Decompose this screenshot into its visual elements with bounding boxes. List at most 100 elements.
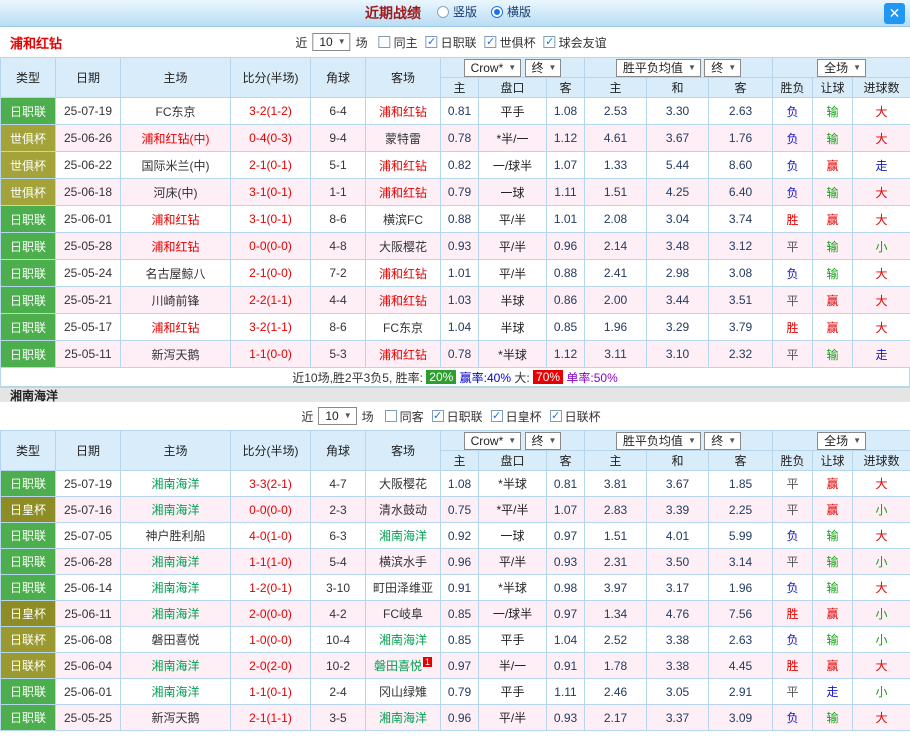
asia-handicap: *半球: [478, 470, 547, 497]
odds-company-dropdown[interactable]: Crow* ▼: [463, 431, 522, 450]
europe-away-odds: 2.25: [708, 496, 774, 523]
win-draw-loss-result: 负: [772, 522, 814, 549]
subcol-handicap: 盘口: [478, 77, 547, 98]
europe-average-dropdown[interactable]: 胜平负均值 ▼: [615, 58, 701, 77]
checkbox-box-icon[interactable]: ✓: [425, 36, 438, 48]
home-team: 浦和红钻(中): [120, 124, 231, 152]
corner-score: 2-3: [310, 496, 366, 523]
home-team: 湘南海洋: [120, 470, 231, 497]
checkbox-box-icon[interactable]: [384, 410, 397, 422]
asia-odds-header: Crow* ▼ 终 ▼: [439, 430, 586, 451]
league-badge: 世俱杯: [0, 124, 56, 152]
match-score: 3-1(0-1): [230, 178, 311, 206]
europe-away-odds: 2.32: [708, 340, 774, 368]
asia-handicap: *半/一: [478, 124, 547, 152]
asia-final-dropdown[interactable]: 终 ▼: [524, 58, 562, 77]
filter-checkbox[interactable]: ✓ 日职联: [425, 34, 477, 51]
over-under-result: 小: [852, 600, 910, 627]
match-date: 25-05-24: [55, 259, 121, 287]
urawa-section: 浦和红钻 近 10 ▼ 场 同主 ✓ 日职联 ✓ 世俱杯 ✓ 球会友谊 类型 日期 主场 比分…: [0, 27, 910, 387]
subcol-europe-home: 主: [584, 450, 648, 471]
league-badge: 世俱杯: [0, 178, 56, 206]
match-date: 25-07-16: [55, 496, 121, 523]
match-date: 25-05-28: [55, 232, 121, 260]
asia-handicap: 半球: [478, 286, 547, 314]
handicap-result: 赢: [812, 600, 854, 627]
europe-final-dropdown[interactable]: 终 ▼: [704, 58, 742, 77]
away-team: 横滨FC: [365, 205, 441, 233]
checkbox-box-icon[interactable]: ✓: [490, 410, 503, 422]
league-badge: 日职联: [0, 313, 56, 341]
europe-final-dropdown[interactable]: 终 ▼: [704, 431, 742, 450]
league-badge: 日职联: [0, 205, 56, 233]
asia-final-value: 终: [531, 60, 544, 75]
asia-final-dropdown[interactable]: 终 ▼: [524, 431, 562, 450]
win-draw-loss-result: 平: [772, 286, 814, 314]
corner-score: 7-2: [310, 259, 366, 287]
league-badge: 世俱杯: [0, 151, 56, 179]
europe-home-odds: 2.52: [584, 626, 648, 653]
home-team: 湘南海洋: [120, 678, 231, 705]
match-row: 世俱杯 25-06-18 河床(中) 3-1(0-1) 1-1 浦和红钻 0.79 一球 1.1…: [0, 178, 910, 206]
chevron-down-icon: ▼: [853, 435, 862, 445]
europe-final-value: 终: [711, 433, 724, 448]
fulltime-dropdown[interactable]: 全场 ▼: [817, 431, 867, 450]
subcol-asia-home: 主: [440, 77, 479, 98]
filter-checkbox[interactable]: 同主: [378, 34, 418, 51]
handicap-result: 输: [812, 340, 854, 368]
asia-away-odds: 0.93: [545, 704, 586, 731]
europe-average-dropdown[interactable]: 胜平负均值 ▼: [615, 431, 701, 450]
layout-radio-vertical[interactable]: 竖版: [436, 3, 477, 20]
away-team: 町田泽维亚: [365, 574, 441, 601]
radio-dot-icon[interactable]: [436, 5, 449, 18]
checkbox-box-icon[interactable]: ✓: [543, 36, 556, 48]
checkbox-box-icon[interactable]: ✓: [431, 410, 444, 422]
corner-score: 9-4: [310, 124, 366, 152]
filter-checkbox[interactable]: 同客: [384, 408, 424, 425]
summary-text: 大:: [511, 370, 534, 385]
filter-checkbox[interactable]: ✓ 世俱杯: [484, 34, 536, 51]
match-count-dropdown[interactable]: 10 ▼: [318, 407, 357, 425]
league-badge: 日联杯: [0, 626, 56, 653]
shonan-filter-row: 近 10 ▼ 场 同客 ✓ 日职联 ✓ 日皇杯 ✓ 日联杯: [0, 402, 910, 430]
filter-checkbox[interactable]: ✓ 日职联: [431, 408, 483, 425]
filter-checkbox[interactable]: ✓ 日联杯: [549, 408, 601, 425]
filter-checkbox[interactable]: ✓ 球会友谊: [543, 34, 607, 51]
checkbox-label: 同主: [393, 35, 418, 50]
radio-dot-icon[interactable]: [491, 5, 503, 18]
odds-company-dropdown[interactable]: Crow* ▼: [463, 58, 522, 77]
checkbox-box-icon[interactable]: ✓: [549, 410, 562, 422]
handicap-result: 输: [812, 522, 854, 549]
corner-score: 1-1: [310, 178, 366, 206]
match-row: 日职联 25-07-19 湘南海洋 3-3(2-1) 4-7 大阪樱花 1.08 *半球 0.8…: [0, 470, 910, 497]
match-date: 25-06-26: [55, 124, 121, 152]
close-button[interactable]: ✕: [884, 3, 905, 24]
subcol-asia-away: 客: [545, 450, 586, 471]
match-row: 世俱杯 25-06-22 国际米兰(中) 2-1(0-1) 5-1 浦和红钻 0.82 一/球…: [0, 151, 910, 179]
checkbox-box-icon[interactable]: ✓: [484, 36, 497, 48]
europe-home-odds: 2.53: [584, 97, 648, 125]
europe-away-odds: 7.56: [708, 600, 774, 627]
league-badge: 日职联: [0, 548, 56, 575]
filter-checkbox[interactable]: ✓ 日皇杯: [490, 408, 542, 425]
asia-away-odds: 1.01: [545, 205, 586, 233]
away-team: 湘南海洋: [365, 704, 441, 731]
europe-draw-odds: 3.04: [646, 205, 710, 233]
col-header-away: 客场: [365, 430, 441, 471]
home-team: 磐田喜悦: [120, 626, 231, 653]
europe-draw-odds: 3.38: [646, 652, 710, 679]
asia-home-odds: 0.96: [440, 704, 479, 731]
asia-home-odds: 0.79: [440, 678, 479, 705]
layout-radio-horizontal[interactable]: 横版: [491, 3, 531, 20]
match-score: 3-1(0-1): [230, 205, 311, 233]
subcol-goals: 进球数: [852, 77, 910, 98]
match-count-dropdown[interactable]: 10 ▼: [312, 33, 351, 51]
checkbox-box-icon[interactable]: [378, 36, 391, 48]
col-header-league: 类型: [0, 430, 56, 471]
handicap-result: 赢: [812, 496, 854, 523]
asia-handicap: 一球: [478, 522, 547, 549]
over-under-result: 大: [852, 522, 910, 549]
asia-home-odds: 0.85: [440, 626, 479, 653]
fulltime-dropdown[interactable]: 全场 ▼: [817, 58, 867, 77]
asia-away-odds: 0.96: [545, 232, 586, 260]
